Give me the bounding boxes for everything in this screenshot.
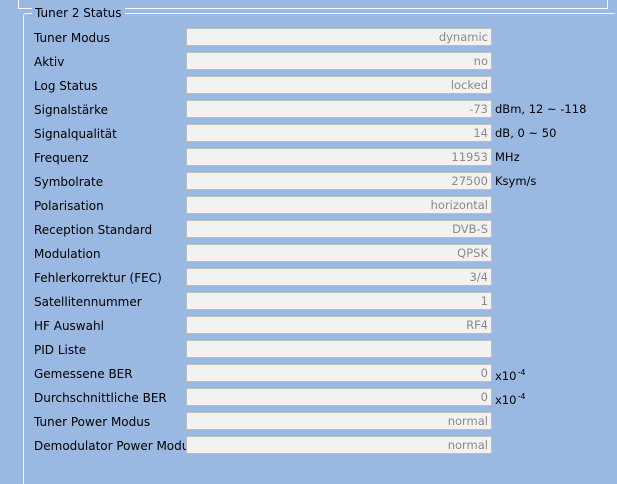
durchschnittliche-ber-field[interactable]: 0 — [186, 388, 492, 406]
durchschnittliche-ber-unit: x10-4 — [495, 389, 525, 408]
polarisation-field[interactable]: horizontal — [186, 196, 492, 214]
signalstaerke-field[interactable]: -73 — [186, 100, 492, 118]
row-signalstaerke: Signalstärke -73 dBm, 12 ~ -118 — [0, 99, 617, 123]
satellitennummer-field[interactable]: 1 — [186, 292, 492, 310]
signalqualitaet-field[interactable]: 14 — [186, 124, 492, 142]
row-signalqualitaet: Signalqualität 14 dB, 0 ~ 50 — [0, 123, 617, 147]
demodulator-power-modus-field[interactable]: normal — [186, 436, 492, 454]
unit-exponent: -4 — [517, 392, 526, 401]
row-label: Fehlerkorrektur (FEC) — [34, 271, 162, 285]
status-rows: Tuner Modus dynamic Aktiv no Log Status … — [0, 27, 617, 459]
row-label: Reception Standard — [34, 223, 153, 237]
unit-base: x10 — [495, 369, 517, 383]
row-label: Tuner Modus — [34, 31, 111, 45]
row-label: Gemessene BER — [34, 367, 133, 381]
row-label: Modulation — [34, 247, 101, 261]
row-polarisation: Polarisation horizontal — [0, 195, 617, 219]
row-modulation: Modulation QPSK — [0, 243, 617, 267]
row-hf-auswahl: HF Auswahl RF4 — [0, 315, 617, 339]
signalstaerke-unit: dBm, 12 ~ -118 — [495, 102, 587, 116]
unit-base: x10 — [495, 393, 517, 407]
gemessene-ber-field[interactable]: 0 — [186, 364, 492, 382]
row-tuner-modus: Tuner Modus dynamic — [0, 27, 617, 51]
row-tuner-power-modus: Tuner Power Modus normal — [0, 411, 617, 435]
row-gemessene-ber: Gemessene BER 0 x10-4 — [0, 363, 617, 387]
row-satellitennummer: Satellitennummer 1 — [0, 291, 617, 315]
row-demodulator-power-modus: Demodulator Power Modus normal — [0, 435, 617, 459]
row-label: Frequenz — [34, 151, 89, 165]
row-label: Aktiv — [34, 55, 65, 69]
row-pid-liste: PID Liste — [0, 339, 617, 363]
unit-exponent: -4 — [517, 368, 526, 377]
row-aktiv: Aktiv no — [0, 51, 617, 75]
gemessene-ber-unit: x10-4 — [495, 365, 525, 384]
row-label: Satellitennummer — [34, 295, 142, 309]
tuner-modus-field[interactable]: dynamic — [186, 28, 492, 46]
row-label: Log Status — [34, 79, 98, 93]
symbolrate-field[interactable]: 27500 — [186, 172, 492, 190]
row-label: Signalqualität — [34, 127, 117, 141]
reception-standard-field[interactable]: DVB-S — [186, 220, 492, 238]
log-status-field[interactable]: locked — [186, 76, 492, 94]
row-label: PID Liste — [34, 343, 87, 357]
row-label: Demodulator Power Modus — [34, 439, 196, 453]
row-frequenz: Frequenz 11953 MHz — [0, 147, 617, 171]
section-legend: Tuner 2 Status — [32, 6, 125, 20]
row-label: Symbolrate — [34, 175, 104, 189]
row-label: Tuner Power Modus — [34, 415, 151, 429]
row-reception-standard: Reception Standard DVB-S — [0, 219, 617, 243]
row-label: Signalstärke — [34, 103, 109, 117]
signalqualitaet-unit: dB, 0 ~ 50 — [495, 126, 557, 140]
tuner-power-modus-field[interactable]: normal — [186, 412, 492, 430]
hf-auswahl-field[interactable]: RF4 — [186, 316, 492, 334]
row-fehlerkorrektur: Fehlerkorrektur (FEC) 3/4 — [0, 267, 617, 291]
modulation-field[interactable]: QPSK — [186, 244, 492, 262]
row-label: Polarisation — [34, 199, 104, 213]
symbolrate-unit: Ksym/s — [495, 174, 537, 188]
pid-liste-field[interactable] — [186, 340, 492, 358]
frequenz-field[interactable]: 11953 — [186, 148, 492, 166]
row-label: HF Auswahl — [34, 319, 104, 333]
aktiv-field[interactable]: no — [186, 52, 492, 70]
row-log-status: Log Status locked — [0, 75, 617, 99]
row-symbolrate: Symbolrate 27500 Ksym/s — [0, 171, 617, 195]
row-durchschnittliche-ber: Durchschnittliche BER 0 x10-4 — [0, 387, 617, 411]
fehlerkorrektur-field[interactable]: 3/4 — [186, 268, 492, 286]
row-label: Durchschnittliche BER — [34, 391, 167, 405]
frequenz-unit: MHz — [495, 150, 520, 164]
